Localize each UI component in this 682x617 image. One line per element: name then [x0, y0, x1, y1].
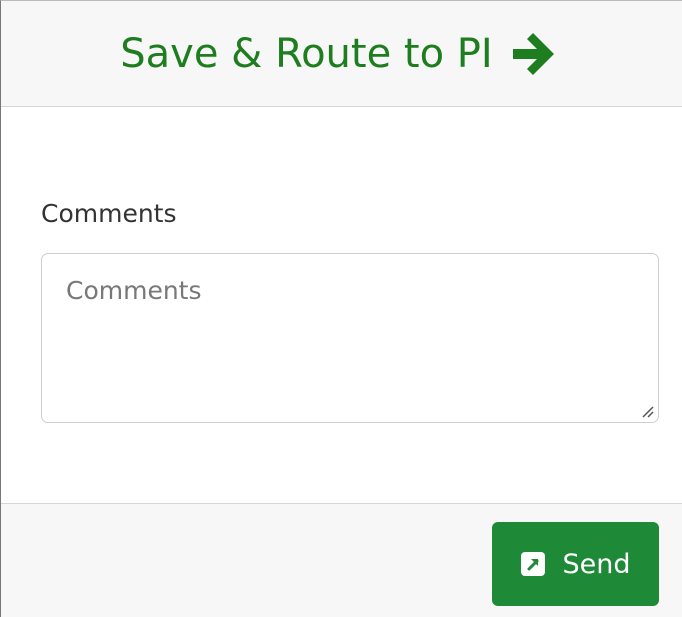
comments-label: Comments	[41, 199, 177, 228]
dialog-header: Save & Route to PI	[1, 1, 682, 107]
send-button[interactable]: Send	[492, 522, 659, 606]
arrow-right-icon	[507, 26, 563, 82]
comments-input[interactable]	[41, 253, 659, 423]
dialog-body: Comments	[1, 107, 682, 503]
route-to-pi-dialog: Save & Route to PI Comments Comments Sen…	[0, 0, 682, 617]
send-button-label: Send	[562, 548, 631, 580]
external-link-square-icon	[520, 551, 546, 577]
resize-handle-icon[interactable]	[640, 404, 654, 418]
dialog-footer: Send	[1, 503, 682, 617]
dialog-title: Save & Route to PI	[120, 30, 493, 77]
comments-field-wrapper	[41, 253, 659, 423]
